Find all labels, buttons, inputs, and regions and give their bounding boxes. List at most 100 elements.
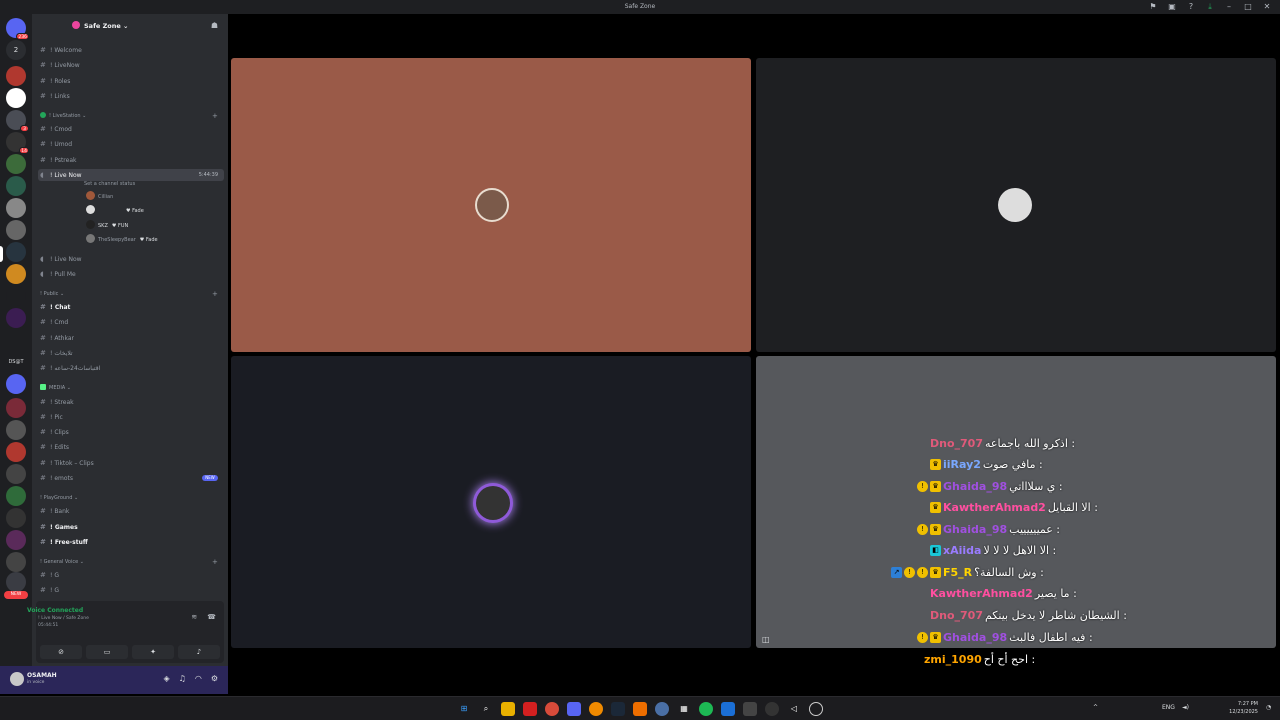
server-icon[interactable] <box>6 530 26 550</box>
channel-chat[interactable]: # ! Chat <box>40 301 70 313</box>
chevron-up-icon[interactable]: ^ <box>1093 704 1098 711</box>
notifications-icon[interactable]: ◔ <box>1266 704 1271 711</box>
app-icon[interactable] <box>743 702 757 716</box>
channel-g[interactable]: # ! G <box>40 569 59 581</box>
server-icon[interactable] <box>6 508 26 528</box>
category-media[interactable]: MEDIA ⌄ <box>40 383 71 393</box>
server-icon[interactable]: 14 <box>6 132 29 154</box>
server-icon[interactable] <box>6 464 26 484</box>
channel-tiktok-clips[interactable]: # ! Tiktok – Clips <box>40 457 94 469</box>
channel-clips[interactable]: # ! Clips <box>40 426 69 438</box>
server-icon[interactable] <box>6 398 26 418</box>
discord-icon[interactable] <box>567 702 581 716</box>
folder-icon[interactable] <box>501 702 515 716</box>
minimize-icon[interactable]: – <box>1224 2 1234 11</box>
plus-icon[interactable]: + <box>212 557 218 567</box>
channel-bank[interactable]: # ! Bank <box>40 505 69 517</box>
controller-icon[interactable]: ◈ <box>164 674 170 683</box>
plus-icon[interactable]: + <box>212 111 218 121</box>
channel-pic[interactable]: # ! Pic <box>40 411 63 423</box>
mic-icon[interactable]: ♫ <box>179 674 186 683</box>
server-icon[interactable] <box>6 486 26 506</box>
bot-server-icon[interactable]: DS@T <box>6 352 26 372</box>
start-icon[interactable]: ⊞ <box>457 702 471 716</box>
voice-channel-live-now-active[interactable]: ◖ ! Live Now 5:44:39 <box>38 169 224 181</box>
disconnect-icon[interactable]: ☎ <box>207 613 216 621</box>
browser-icon[interactable] <box>589 702 603 716</box>
server-icon[interactable] <box>6 308 26 328</box>
server-icon[interactable] <box>6 442 26 462</box>
invite-icon[interactable]: ☗ <box>211 21 218 30</box>
steam-icon[interactable] <box>611 702 625 716</box>
category-playground[interactable]: ! PlayGround ⌄ <box>40 493 78 503</box>
volume-icon[interactable]: ◄) <box>1182 704 1189 711</box>
server-icon[interactable] <box>6 420 26 440</box>
voice-user[interactable]: Cillian <box>86 191 117 203</box>
channel-welcome[interactable]: # ! Welcome <box>40 44 82 56</box>
plus-icon[interactable]: + <box>212 289 218 299</box>
username[interactable]: OSAMAH <box>27 672 57 679</box>
channel-streak[interactable]: # ! Streak <box>40 396 74 408</box>
participant-tile[interactable] <box>231 58 751 352</box>
app-icon[interactable] <box>523 702 537 716</box>
category-general-voice[interactable]: ! General Voice ⌄ + <box>40 557 218 567</box>
server-icon[interactable] <box>6 220 26 240</box>
app-icon[interactable] <box>633 702 647 716</box>
help-icon[interactable]: ? <box>1186 2 1196 11</box>
flag-icon[interactable]: ⚑ <box>1148 2 1158 11</box>
server-icon[interactable] <box>6 88 26 108</box>
server-icon[interactable] <box>6 264 26 284</box>
channel-edits[interactable]: # ! Edits <box>40 441 69 453</box>
clock[interactable]: 7:27 PM 12/23/2025 <box>1229 700 1258 716</box>
obs-icon[interactable] <box>765 702 779 716</box>
spotify-icon[interactable] <box>699 702 713 716</box>
server-icon[interactable] <box>6 176 26 196</box>
voice-user[interactable]: TheSleepyBear ♥ Fade <box>86 234 158 246</box>
channel-status[interactable]: Set a channel status <box>84 181 135 187</box>
voice-user[interactable]: SKZ ♥ FUN <box>86 220 128 232</box>
soundboard-button[interactable]: ♪ <box>178 645 220 659</box>
channel-livenow[interactable]: # ! LiveNow <box>40 59 80 71</box>
search-icon[interactable]: ⌕ <box>479 702 493 716</box>
voice-user[interactable]: ♥ Fade <box>86 205 144 217</box>
server-icon[interactable] <box>6 286 26 306</box>
server-icon[interactable] <box>6 154 26 174</box>
channel-pstreak[interactable]: # ! Pstreak <box>40 154 76 166</box>
gear-icon[interactable]: ⚙ <box>211 674 218 683</box>
participant-tile[interactable] <box>756 58 1276 352</box>
capcut-icon[interactable]: ◁ <box>787 702 801 716</box>
server-icon[interactable]: 3 <box>6 110 29 132</box>
voice-channel-pull-me[interactable]: ◖ ! Pull Me <box>40 268 76 280</box>
camera-button[interactable]: ⊘ <box>40 645 82 659</box>
server-icon[interactable] <box>6 572 26 592</box>
screen-icon[interactable]: ▣ <box>1167 2 1177 11</box>
activities-button[interactable]: ✦ <box>132 645 174 659</box>
channel-links[interactable]: # ! Links <box>40 90 70 102</box>
channel-arabic-1[interactable]: # ! تلايخات <box>40 347 73 359</box>
channel-cmod[interactable]: # ! Cmod <box>40 123 72 135</box>
close-icon[interactable]: ✕ <box>1262 2 1272 11</box>
noise-suppression-icon[interactable]: ≋ <box>191 613 197 621</box>
channel-games[interactable]: # ! Games <box>40 521 78 533</box>
participant-tile[interactable] <box>231 356 751 648</box>
channel-cmd[interactable]: # ! Cmd <box>40 316 68 328</box>
server-header[interactable]: Safe Zone ⌄ ☗ <box>32 14 228 36</box>
channel-arabic-2[interactable]: # ! اقتباسات24-ساعه <box>40 362 100 374</box>
category-livestation[interactable]: ! LiveStation ⌄ + <box>40 111 218 121</box>
server-icon[interactable] <box>6 374 26 394</box>
channel-emots[interactable]: # ! emots <box>40 472 73 484</box>
server-icon[interactable] <box>6 552 26 572</box>
channel-umod[interactable]: # ! Umod <box>40 138 72 150</box>
channel-g[interactable]: # ! G <box>40 584 59 596</box>
server-icon[interactable] <box>6 198 26 218</box>
headphones-icon[interactable]: ◠ <box>195 674 202 683</box>
download-icon[interactable]: ⤓ <box>1205 2 1215 11</box>
category-public[interactable]: ! Public ⌄ + <box>40 289 218 299</box>
voice-location[interactable]: ! Live Now / Safe Zone <box>38 616 89 621</box>
chrome-icon[interactable] <box>545 702 559 716</box>
channel-roles[interactable]: # ! Roles <box>40 75 70 87</box>
maximize-icon[interactable]: □ <box>1243 2 1253 11</box>
language-indicator[interactable]: ENG <box>1162 704 1175 711</box>
app-icon[interactable] <box>809 702 823 716</box>
channel-athkar[interactable]: # ! Athkar <box>40 332 74 344</box>
